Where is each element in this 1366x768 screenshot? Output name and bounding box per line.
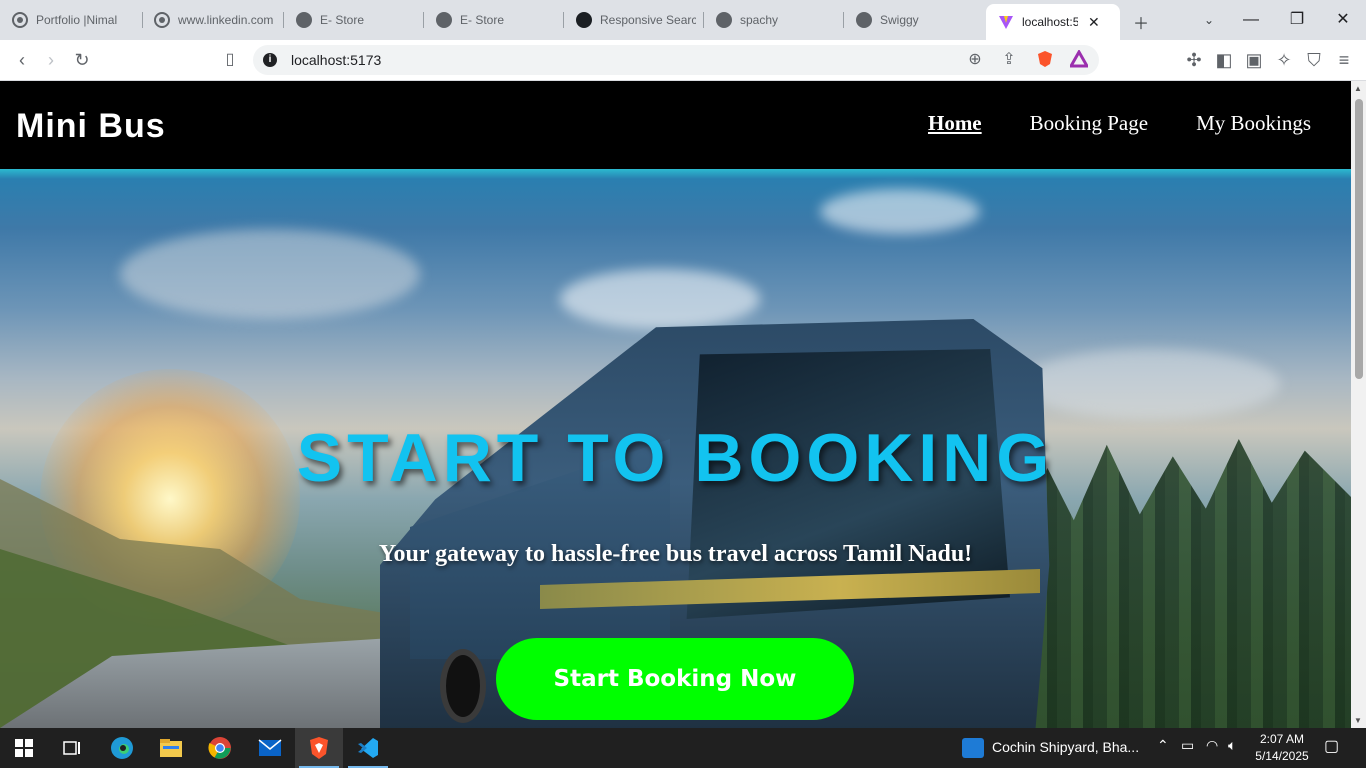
address-bar[interactable]: i localhost:5173 ⊕ ⇪	[253, 45, 1099, 75]
task-view-icon[interactable]	[48, 728, 96, 768]
scrollbar-thumb[interactable]	[1355, 99, 1363, 379]
browser-tab-strip: Portfolio |Nimal www.linkedin.com E- Sto…	[0, 0, 1366, 40]
browser-tab-title: Portfolio |Nimal	[36, 13, 118, 27]
hero-section: START TO BOOKING Your gateway to hassle-…	[0, 169, 1351, 728]
close-tab-icon[interactable]: ✕	[1088, 14, 1100, 31]
sidebar-icon[interactable]: ◧	[1213, 49, 1235, 71]
browser-tab[interactable]: www.linkedin.com	[142, 0, 282, 40]
globe-icon	[436, 12, 452, 28]
brave-icon[interactable]	[295, 728, 343, 768]
menu-icon[interactable]: ≡	[1333, 49, 1355, 71]
new-tab-icon[interactable]: ＋	[1133, 10, 1149, 34]
wallet-icon[interactable]: ▣	[1243, 49, 1265, 71]
cloud	[820, 189, 980, 234]
nav-link-booking-page[interactable]: Booking Page	[1030, 111, 1148, 136]
bookmark-icon[interactable]: ▯	[219, 49, 241, 71]
minimize-icon[interactable]: —	[1239, 8, 1263, 32]
chrome-icon[interactable]	[196, 728, 244, 768]
brave-shields-icon[interactable]	[1035, 50, 1055, 70]
scroll-down-icon[interactable]: ▼	[1354, 716, 1362, 725]
browser-tab-title: E- Store	[460, 13, 505, 27]
site-nav: Home Booking Page My Bookings	[928, 111, 1311, 136]
browser-tab[interactable]: E- Store	[424, 0, 564, 40]
browser-tab[interactable]: E- Store	[284, 0, 424, 40]
reload-icon[interactable]: ↻	[71, 49, 93, 71]
globe-icon	[12, 12, 28, 28]
show-hidden-icons-icon[interactable]: ⌃	[1157, 737, 1169, 754]
close-window-icon[interactable]: ✕	[1331, 8, 1355, 32]
hero-headline: START TO BOOKING	[296, 420, 1055, 496]
nav-link-my-bookings[interactable]: My Bookings	[1196, 111, 1311, 136]
browser-tab-title: spachy	[740, 13, 779, 27]
vpn-icon[interactable]: ⛉	[1303, 49, 1325, 71]
clock-date: 5/14/2025	[1255, 749, 1309, 763]
browser-tab-title: E- Store	[320, 13, 365, 27]
globe-icon	[716, 12, 732, 28]
brave-rewards-icon[interactable]	[1068, 48, 1090, 70]
system-clock[interactable]: 2:07 AM 5/14/2025	[1248, 731, 1316, 765]
tab-search-chevron-icon[interactable]: ⌄	[1204, 13, 1214, 27]
browser-tab-title: localhost:5173	[1022, 15, 1078, 29]
page-viewport: Mini Bus Home Booking Page My Bookings S…	[0, 81, 1351, 728]
news-widget-icon	[962, 738, 984, 758]
browser-tab-title: Swiggy	[880, 13, 919, 27]
site-navbar: Mini Bus Home Booking Page My Bookings	[0, 81, 1351, 169]
globe-icon	[856, 12, 872, 28]
browser-tab[interactable]: Swiggy	[844, 0, 984, 40]
zoom-icon[interactable]: ⊕	[965, 50, 985, 70]
forward-icon[interactable]: ›	[40, 49, 62, 71]
weather-location: Cochin Shipyard, Bha...	[992, 739, 1140, 755]
browser-tab[interactable]: Responsive Search	[564, 0, 704, 40]
nav-link-home[interactable]: Home	[928, 111, 982, 136]
browser-tab-title: www.linkedin.com	[178, 13, 274, 27]
windows-taskbar: Cochin Shipyard, Bha... ⌃ ▭ ◠ 🔈︎ 2:07 AM…	[0, 728, 1366, 768]
share-icon[interactable]: ⇪	[999, 50, 1019, 70]
wifi-icon[interactable]: ◠	[1206, 737, 1218, 754]
globe-icon	[154, 12, 170, 28]
volume-icon[interactable]: 🔈︎	[1228, 737, 1236, 754]
vscode-icon[interactable]	[344, 728, 392, 768]
mail-icon[interactable]	[246, 728, 294, 768]
extensions-icon[interactable]: ✣	[1183, 49, 1205, 71]
notifications-icon[interactable]: ▢	[1324, 736, 1339, 756]
back-icon[interactable]: ‹	[11, 49, 33, 71]
cloud	[120, 229, 420, 319]
site-logo[interactable]: Mini Bus	[16, 107, 166, 146]
site-info-icon[interactable]: i	[263, 53, 277, 67]
browser-toolbar: ‹ › ↻ ▯ i localhost:5173 ⊕ ⇪ ✣ ◧ ▣ ✧ ⛉ ≡	[0, 40, 1366, 81]
browser-tab[interactable]: Portfolio |Nimal	[0, 0, 140, 40]
file-explorer-icon[interactable]	[147, 728, 195, 768]
start-icon[interactable]	[0, 728, 48, 768]
browser-tab-active[interactable]: localhost:5173 ✕	[986, 4, 1120, 40]
vite-icon	[998, 14, 1014, 30]
globe-icon	[296, 12, 312, 28]
github-icon	[576, 12, 592, 28]
browser-tab-title: Responsive Search	[600, 13, 696, 27]
clock-time: 2:07 AM	[1259, 732, 1305, 746]
page-scrollbar[interactable]: ▲ ▼	[1351, 81, 1366, 728]
start-booking-button[interactable]: Start Booking Now	[496, 638, 854, 720]
restore-icon[interactable]: ❐	[1285, 8, 1309, 32]
leo-ai-icon[interactable]: ✧	[1273, 49, 1295, 71]
address-url: localhost:5173	[291, 52, 382, 68]
battery-icon[interactable]: ▭	[1181, 737, 1194, 754]
edge-icon[interactable]	[98, 728, 146, 768]
browser-tab[interactable]: spachy	[704, 0, 844, 40]
scroll-up-icon[interactable]: ▲	[1354, 84, 1362, 93]
hero-subheadline: Your gateway to hassle-free bus travel a…	[378, 541, 973, 567]
